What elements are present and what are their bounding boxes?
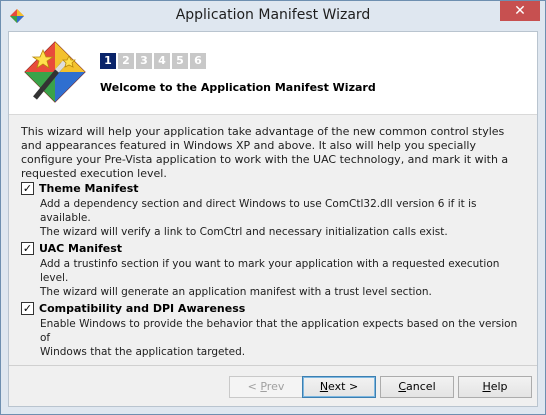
option-description-line: The wizard will verify a link to ComCtrl… (40, 226, 448, 238)
cancel-button[interactable]: Cancel (380, 376, 454, 398)
prev-button[interactable]: < Prev (229, 376, 303, 398)
window-title: Application Manifest Wizard (175, 7, 371, 23)
compatibility-dpi-checkbox[interactable]: ✓ (21, 302, 34, 315)
step-5: 5 (172, 53, 188, 69)
option-theme-manifest: ✓ Theme Manifest Add a dependency sectio… (21, 182, 526, 239)
wizard-logo-icon (24, 41, 86, 103)
footer-divider (9, 365, 537, 366)
option-description-line: The wizard will generate an application … (40, 286, 432, 298)
wizard-header: 1 2 3 4 5 6 Welcome to the Application M… (9, 32, 537, 115)
intro-text: This wizard will help your application t… (21, 125, 509, 180)
title-bar[interactable]: Application Manifest Wizard ✕ (1, 1, 545, 31)
close-icon: ✕ (514, 3, 526, 19)
page-title: Welcome to the Application Manifest Wiza… (100, 81, 376, 94)
theme-manifest-checkbox[interactable]: ✓ (21, 182, 34, 195)
step-1: 1 (100, 53, 116, 69)
wizard-window: Application Manifest Wizard ✕ 1 2 3 4 5 … (0, 0, 546, 415)
option-label[interactable]: UAC Manifest (39, 242, 122, 255)
option-compatibility-dpi: ✓ Compatibility and DPI Awareness Enable… (21, 302, 526, 359)
help-accelerator: H (482, 380, 491, 393)
option-uac-manifest: ✓ UAC Manifest Add a trustinfo section i… (21, 242, 526, 299)
prev-prefix: < (247, 380, 261, 393)
close-button[interactable]: ✕ (500, 1, 540, 21)
option-description-line: Add a trustinfo section if you want to m… (40, 258, 500, 284)
option-description-line: Windows that the application targeted. (40, 346, 246, 358)
next-label: ext > (328, 380, 359, 393)
option-description-line: Enable Windows to provide the behavior t… (40, 318, 518, 344)
step-6: 6 (190, 53, 206, 69)
option-description: Add a trustinfo section if you want to m… (40, 257, 526, 299)
step-4: 4 (154, 53, 170, 69)
cancel-label: ancel (406, 380, 436, 393)
option-description: Add a dependency section and direct Wind… (40, 197, 526, 239)
option-description: Enable Windows to provide the behavior t… (40, 317, 526, 359)
prev-label: rev (266, 380, 285, 393)
next-button[interactable]: Next > (302, 376, 376, 398)
option-label[interactable]: Compatibility and DPI Awareness (39, 302, 245, 315)
option-description-line: Add a dependency section and direct Wind… (40, 198, 477, 224)
step-2: 2 (118, 53, 134, 69)
next-accelerator: N (319, 380, 329, 393)
option-label[interactable]: Theme Manifest (39, 182, 139, 195)
step-indicator: 1 2 3 4 5 6 (100, 53, 206, 69)
step-3: 3 (136, 53, 152, 69)
help-button[interactable]: Help (458, 376, 532, 398)
help-label: elp (490, 380, 508, 393)
uac-manifest-checkbox[interactable]: ✓ (21, 242, 34, 255)
cancel-accelerator: C (398, 380, 407, 393)
wizard-client-area: 1 2 3 4 5 6 Welcome to the Application M… (8, 31, 538, 407)
